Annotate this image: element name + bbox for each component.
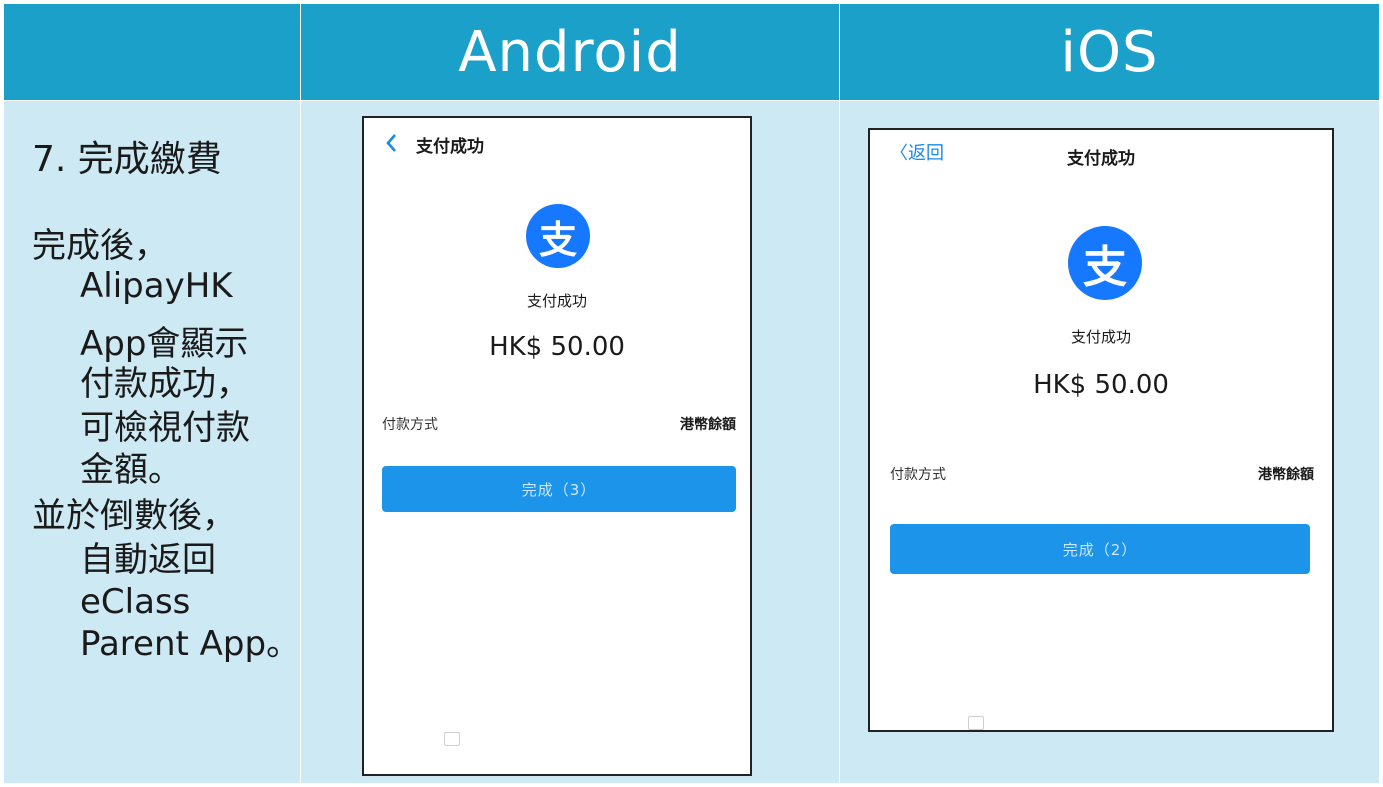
table-header-row: Android iOS bbox=[4, 4, 1379, 100]
android-screen: 支付成功 支 支付成功 HK$ 50.00 付款方式 港幣餘額 完成（3） bbox=[362, 116, 752, 776]
instruction-line: 並於倒數後， bbox=[32, 496, 236, 536]
instruction-line: 金額。 bbox=[80, 450, 182, 490]
instruction-line: App會顯示 bbox=[80, 324, 249, 364]
body-divider bbox=[300, 101, 301, 783]
footer-logo-icon bbox=[968, 716, 984, 730]
ios-payment-method-label: 付款方式 bbox=[890, 467, 946, 483]
header-ios: iOS bbox=[1060, 19, 1159, 85]
instruction-line: 自動返回 bbox=[80, 540, 216, 580]
instruction-line: Parent App。 bbox=[80, 624, 301, 664]
alipay-logo-icon: 支 bbox=[526, 204, 590, 268]
android-status-text: 支付成功 bbox=[526, 292, 587, 310]
android-payment-method-value: 港幣餘額 bbox=[680, 417, 736, 433]
ios-amount: HK$ 50.00 bbox=[1033, 370, 1169, 400]
header-divider bbox=[839, 4, 840, 100]
android-back-button[interactable] bbox=[382, 130, 404, 158]
chevron-left-icon bbox=[386, 134, 396, 152]
instruction-line: 可檢視付款 bbox=[80, 408, 250, 448]
android-payment-method-label: 付款方式 bbox=[382, 417, 438, 433]
android-done-button[interactable]: 完成（3） bbox=[382, 466, 736, 512]
step-title: 7. 完成繳費 bbox=[32, 139, 222, 180]
ios-done-button[interactable]: 完成（2） bbox=[890, 524, 1310, 574]
android-amount: HK$ 50.00 bbox=[489, 332, 625, 362]
instruction-line: 完成後， bbox=[32, 226, 168, 266]
ios-nav-title: 支付成功 bbox=[1067, 149, 1135, 169]
header-divider bbox=[300, 4, 301, 100]
ios-status-text: 支付成功 bbox=[1070, 328, 1131, 346]
android-nav-title: 支付成功 bbox=[416, 137, 484, 157]
footer-logo-icon bbox=[444, 732, 460, 746]
body-divider bbox=[839, 101, 840, 783]
header-android: Android bbox=[458, 19, 682, 85]
instruction-line: eClass bbox=[80, 582, 191, 622]
instruction-line: AlipayHK bbox=[80, 266, 233, 306]
alipay-logo-icon: 支 bbox=[1068, 226, 1142, 300]
ios-screen: 〈返回 支付成功 支 支付成功 HK$ 50.00 付款方式 港幣餘額 完成（2… bbox=[868, 128, 1334, 732]
ios-payment-method-value: 港幣餘額 bbox=[1258, 467, 1314, 483]
header-blank-cell bbox=[4, 4, 300, 100]
instruction-line: 付款成功， bbox=[80, 364, 250, 404]
